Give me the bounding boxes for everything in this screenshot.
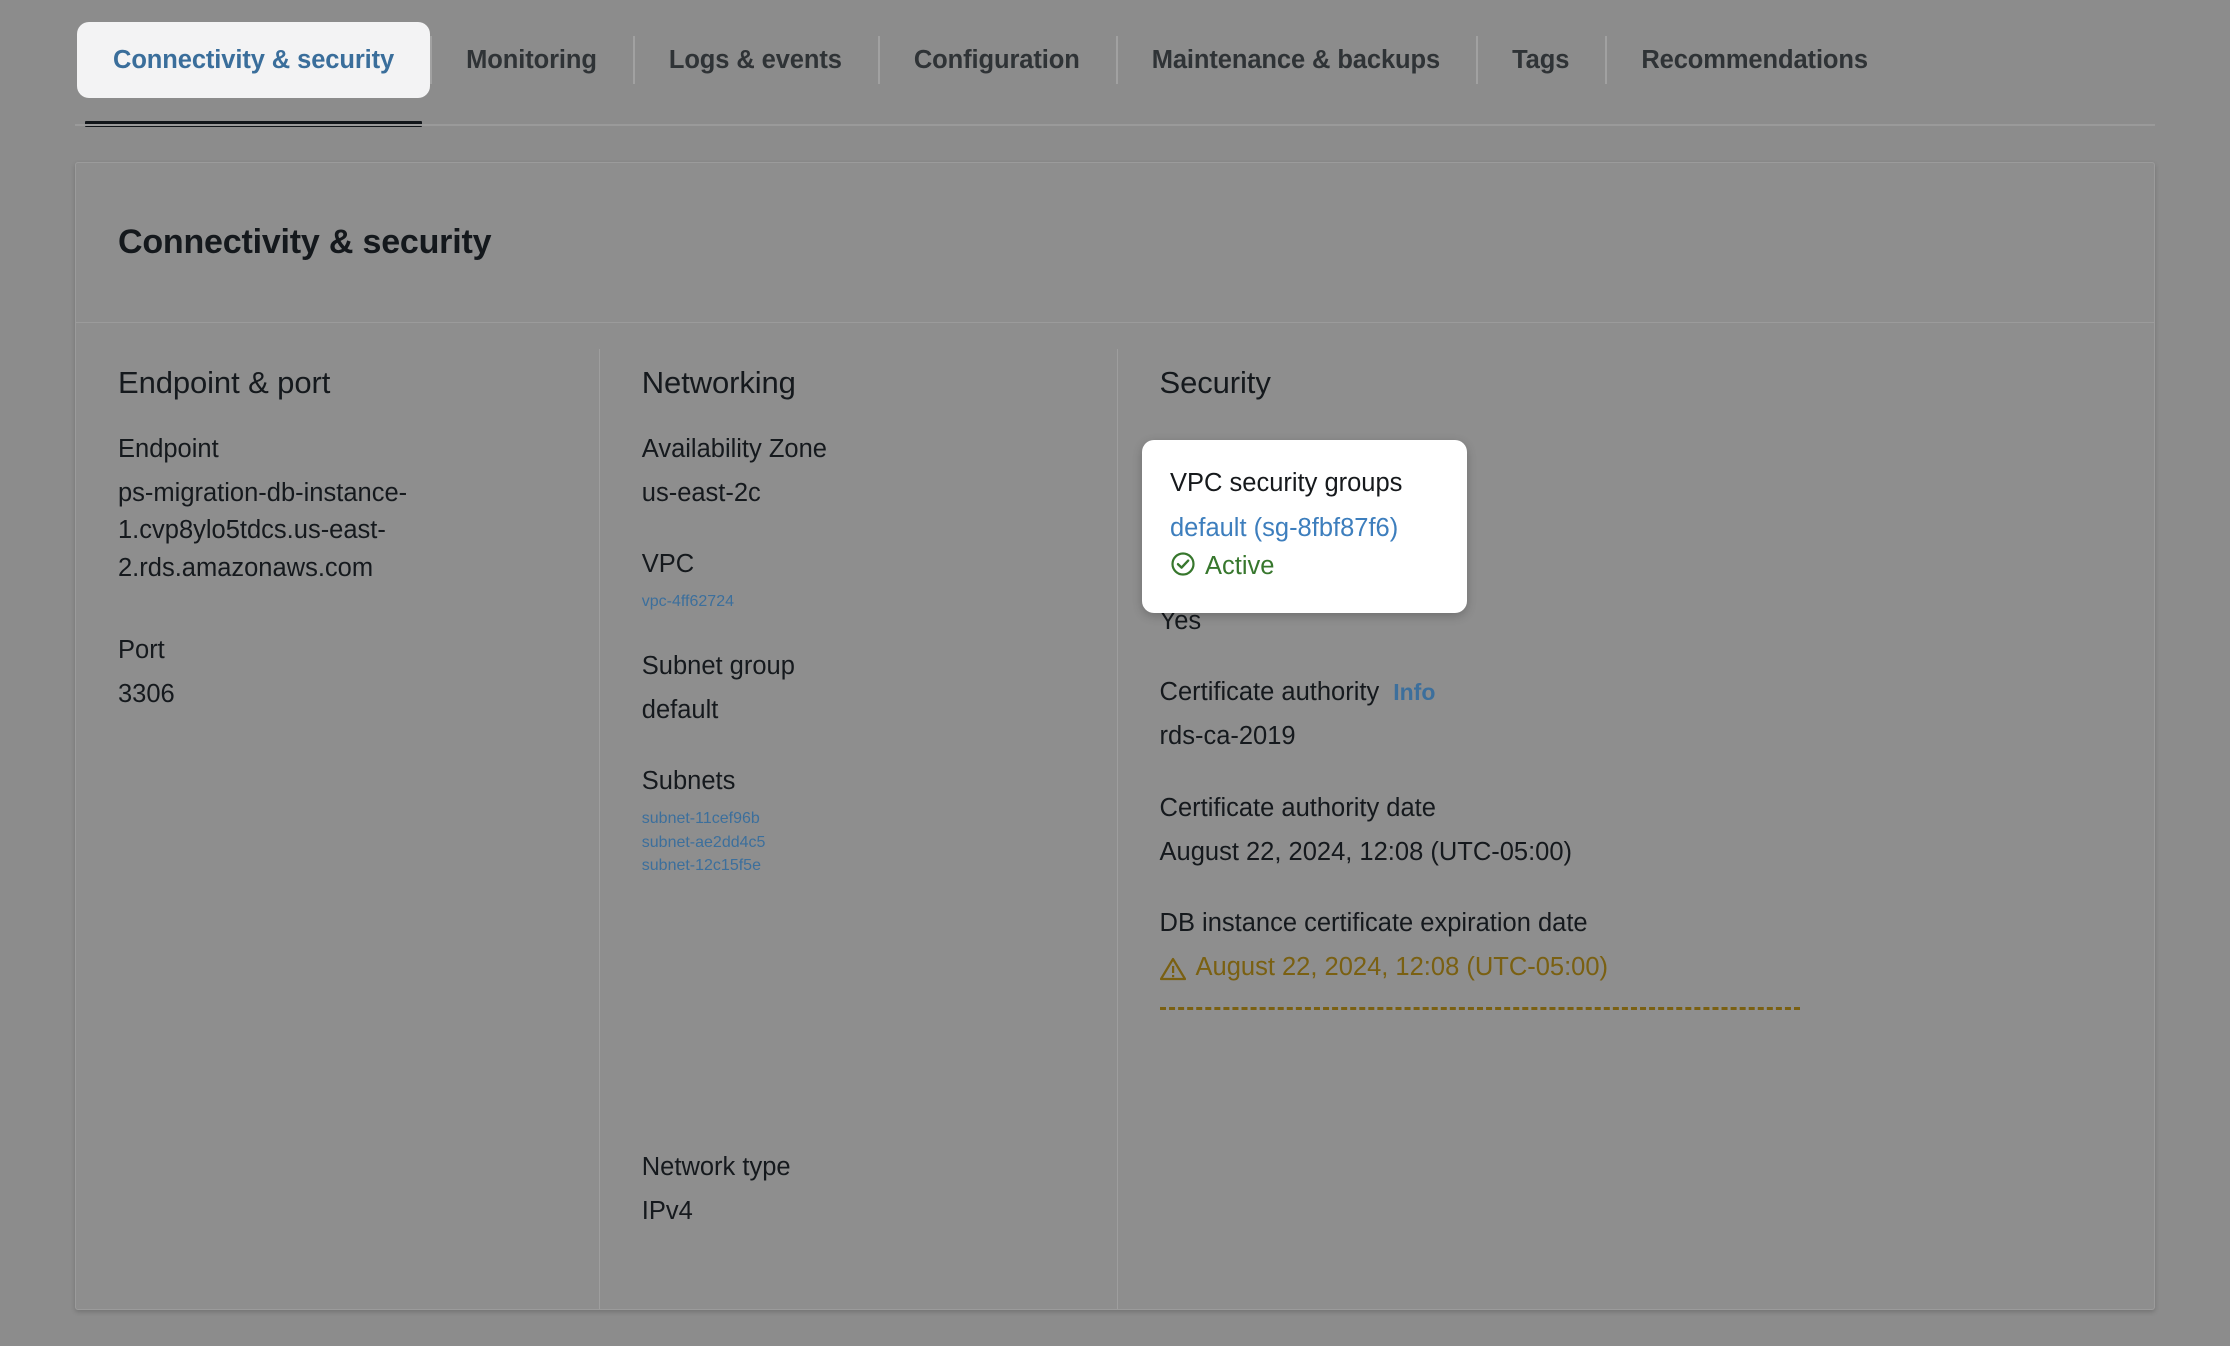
certificate-expiration-divider xyxy=(1159,1006,1800,1010)
popover-title: VPC security groups xyxy=(1170,469,1403,497)
status-badge: Active xyxy=(1170,549,1439,585)
network-type-label: Network type xyxy=(641,1153,791,1181)
panel-columns: Endpoint & port Endpoint ps-migration-db… xyxy=(76,323,2154,1309)
tab-label: Recommendations xyxy=(1641,45,1868,74)
field-certificate-expiration-date: DB instance certificate expiration date … xyxy=(1159,905,2112,1010)
column-heading-endpoint-and-port: Endpoint & port xyxy=(118,365,331,400)
certificate-authority-label-row: Certificate authority Info xyxy=(1160,674,2112,718)
column-endpoint-and-port: Endpoint & port Endpoint ps-migration-db… xyxy=(76,349,599,1309)
dimmed-page: Connectivity & security Monitoring Logs … xyxy=(0,0,2230,1346)
subnet-link[interactable]: subnet-ae2dd4c5 xyxy=(642,831,1075,855)
page-title: Connectivity & security xyxy=(118,223,492,261)
tab-tags[interactable]: Tags xyxy=(1476,22,1605,98)
connectivity-security-panel: Connectivity & security Endpoint & port … xyxy=(75,162,2155,1310)
field-port: Port 3306 xyxy=(118,632,557,713)
subnet-link[interactable]: subnet-12c15f5e xyxy=(642,854,1075,878)
tab-label: Tags xyxy=(1512,45,1570,74)
subnet-group-value: default xyxy=(641,695,719,724)
field-certificate-authority-date: Certificate authority date August 22, 20… xyxy=(1160,790,2112,871)
tab-label: Logs & events xyxy=(668,45,842,74)
certificate-expiration-warning: August 22, 2024, 12:08 (UTC-05:00) xyxy=(1159,949,1660,993)
tab-bar-divider xyxy=(75,124,2155,126)
tab-logs-and-events[interactable]: Logs & events xyxy=(632,22,878,98)
field-vpc: VPC vpc-4ff62724 xyxy=(642,546,1075,613)
subnet-link[interactable]: subnet-11cef96b xyxy=(642,807,1075,831)
field-certificate-authority: Certificate authority Info rds-ca-2019 xyxy=(1160,674,2112,755)
tab-label: Configuration xyxy=(913,45,1080,74)
tab-monitoring[interactable]: Monitoring xyxy=(430,22,633,98)
certificate-expiration-label: DB instance certificate expiration date xyxy=(1159,909,1588,938)
tab-bar: Connectivity & security Monitoring Logs … xyxy=(75,22,2155,127)
column-heading-networking: Networking xyxy=(641,365,796,400)
certificate-authority-date-value: August 22, 2024, 12:08 (UTC-05:00) xyxy=(1159,837,1573,866)
certificate-authority-label: Certificate authority xyxy=(1159,678,1380,707)
network-type-value: IPv4 xyxy=(641,1196,693,1225)
column-heading-security: Security xyxy=(1159,365,1271,400)
endpoint-label: Endpoint xyxy=(118,435,219,463)
warning-triangle-icon xyxy=(1159,955,1186,993)
tab-connectivity-and-security[interactable]: Connectivity & security xyxy=(77,22,431,127)
status-label: Active xyxy=(1205,551,1275,580)
field-endpoint: Endpoint ps-migration-db-instance-1.cvp8… xyxy=(118,431,557,588)
vpc-label: VPC xyxy=(641,550,695,579)
panel-header: Connectivity & security xyxy=(76,163,2154,323)
vpc-security-groups-popover: VPC security groups default (sg-8fbf87f6… xyxy=(1142,440,1467,613)
subnet-group-label: Subnet group xyxy=(641,651,795,680)
availability-zone-value: us-east-2c xyxy=(641,478,761,507)
port-label: Port xyxy=(118,635,165,664)
certificate-authority-date-label: Certificate authority date xyxy=(1159,793,1436,822)
tab-label: Monitoring xyxy=(466,45,597,74)
certificate-authority-value: rds-ca-2019 xyxy=(1159,722,1296,751)
security-group-link[interactable]: default (sg-8fbf87f6) xyxy=(1170,510,1439,547)
check-circle-icon xyxy=(1170,551,1196,582)
certificate-expiration-value: August 22, 2024, 12:08 (UTC-05:00) xyxy=(1195,953,1609,982)
field-availability-zone: Availability Zone us-east-2c xyxy=(642,431,1075,512)
endpoint-value: ps-migration-db-instance-1.cvp8ylo5tdcs.… xyxy=(118,478,408,583)
availability-zone-label: Availability Zone xyxy=(641,435,827,463)
subnets-label: Subnets xyxy=(641,767,736,796)
column-networking: Networking Availability Zone us-east-2c … xyxy=(598,349,1117,1309)
certificate-authority-info-link[interactable]: Info xyxy=(1393,679,1435,706)
tab-maintenance-and-backups[interactable]: Maintenance & backups xyxy=(1115,22,1476,98)
tab-recommendations[interactable]: Recommendations xyxy=(1605,22,1904,98)
vpc-link[interactable]: vpc-4ff62724 xyxy=(642,590,1075,614)
field-network-type: Network type IPv4 xyxy=(642,1149,791,1230)
field-subnet-group: Subnet group default xyxy=(642,648,1075,729)
port-value: 3306 xyxy=(118,679,175,708)
tab-label: Maintenance & backups xyxy=(1151,45,1441,74)
tab-label: Connectivity & security xyxy=(113,45,395,74)
field-subnets: Subnets subnet-11cef96b subnet-ae2dd4c5 … xyxy=(642,763,1075,878)
tab-configuration[interactable]: Configuration xyxy=(877,22,1116,98)
